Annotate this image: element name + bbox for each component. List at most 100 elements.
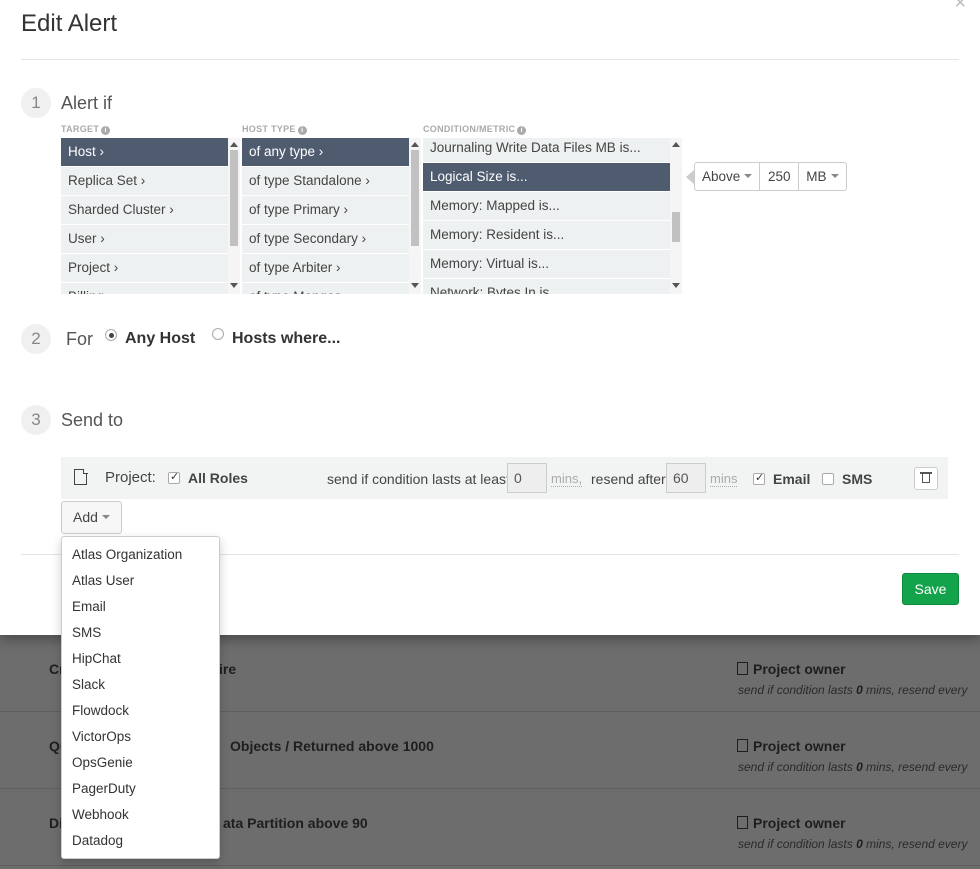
host-type-option[interactable]: of type Secondary › [242, 225, 409, 254]
step-label-for: For [66, 329, 93, 349]
host-type-option[interactable]: of type Arbiter › [242, 254, 409, 283]
scroll-up-arrow-icon[interactable] [672, 142, 680, 147]
hosts-where-radio[interactable] [212, 328, 224, 340]
close-icon[interactable]: × [954, 0, 966, 15]
target-option[interactable]: Host › [61, 138, 228, 167]
email-label[interactable]: Email [773, 471, 810, 487]
scroll-up-arrow-icon[interactable] [230, 142, 238, 147]
step-label-alert-if: Alert if [61, 93, 113, 113]
owner-label: Project owner [753, 661, 846, 677]
threshold-input[interactable]: 250 [760, 162, 799, 191]
condition-scrollbar[interactable] [670, 138, 682, 294]
host-type-scrollbar[interactable] [409, 138, 421, 294]
scroll-down-arrow-icon[interactable] [230, 283, 238, 288]
step-number: 1 [21, 88, 51, 118]
target-option[interactable]: Sharded Cluster › [61, 196, 228, 225]
any-host-label[interactable]: Any Host [125, 330, 195, 348]
operator-dropdown[interactable]: Above [694, 162, 761, 191]
menu-item-datadog[interactable]: Datadog [62, 828, 219, 854]
resend-minutes-input[interactable]: 60 [666, 463, 706, 493]
owner-label: Project owner [753, 738, 846, 754]
alert-row-title-end: ata Partition above 90 [223, 815, 368, 831]
menu-item-webhook[interactable]: Webhook [62, 802, 219, 828]
add-recipient-menu: Atlas Organization Atlas User Email SMS … [61, 536, 220, 859]
menu-item-victorops[interactable]: VictorOps [62, 724, 219, 750]
condition-column-header: CONDITION/METRIC i [423, 124, 527, 135]
alert-row-owner: Project owner [737, 815, 846, 831]
add-recipient-button[interactable]: Add [61, 501, 122, 534]
delete-button[interactable] [914, 467, 938, 490]
trash-icon [922, 474, 930, 483]
host-type-column-header: HOST TYPE i [242, 124, 307, 135]
host-type-option[interactable]: of type Mongos › [242, 283, 409, 294]
save-button[interactable]: Save [902, 573, 959, 605]
menu-item-flowdock[interactable]: Flowdock [62, 698, 219, 724]
menu-item-slack[interactable]: Slack [62, 672, 219, 698]
host-type-list[interactable]: of any type › of type Standalone › of ty… [242, 138, 409, 294]
step-number: 3 [21, 405, 51, 435]
target-list[interactable]: Host › Replica Set › Sharded Cluster › U… [61, 138, 228, 294]
modal-title: Edit Alert [21, 10, 118, 37]
info-icon: i [517, 126, 527, 135]
target-scrollbar[interactable] [228, 138, 240, 294]
menu-item-atlas-organization[interactable]: Atlas Organization [62, 542, 219, 568]
scroll-down-arrow-icon[interactable] [411, 283, 419, 288]
document-icon [737, 662, 748, 675]
menu-item-opsgenie[interactable]: OpsGenie [62, 750, 219, 776]
scroll-down-arrow-icon[interactable] [672, 283, 680, 288]
scroll-thumb[interactable] [411, 150, 419, 246]
document-icon [737, 739, 748, 752]
any-host-radio[interactable] [105, 329, 117, 341]
delay-minutes-input[interactable]: 0 [507, 463, 547, 493]
mins-unit-label: mins, [551, 471, 583, 487]
caret-down-icon [830, 174, 839, 178]
menu-item-atlas-user[interactable]: Atlas User [62, 568, 219, 594]
condition-option[interactable]: Journaling Write Data Files MB is... [423, 138, 670, 163]
unit-value: MB [806, 169, 827, 184]
host-type-option[interactable]: of type Standalone › [242, 167, 409, 196]
condition-option[interactable]: Network: Bytes In is... [423, 279, 670, 294]
alert-row-owner: Project owner [737, 738, 846, 754]
unit-dropdown[interactable]: MB [798, 162, 847, 191]
hosts-where-label[interactable]: Hosts where... [232, 330, 340, 348]
caret-down-icon [744, 174, 753, 178]
condition-option[interactable]: Memory: Mapped is... [423, 192, 670, 221]
recipient-label: Project: [105, 469, 156, 486]
document-icon [737, 816, 748, 829]
step-number: 2 [21, 324, 51, 354]
menu-item-pagerduty[interactable]: PagerDuty [62, 776, 219, 802]
caret-down-icon [101, 515, 110, 519]
operator-value: Above [702, 169, 741, 184]
host-type-option[interactable]: of type Primary › [242, 196, 409, 225]
all-roles-label[interactable]: All Roles [188, 470, 248, 486]
info-icon: i [101, 126, 111, 135]
menu-item-email[interactable]: Email [62, 594, 219, 620]
alert-row-title-end: ire [219, 661, 237, 677]
scroll-up-arrow-icon[interactable] [411, 142, 419, 147]
email-checkbox[interactable] [753, 471, 765, 485]
info-icon: i [297, 126, 307, 135]
alert-row-resend: send if condition lasts 0 mins, resend e… [738, 760, 968, 774]
target-option[interactable]: Project › [61, 254, 228, 283]
condition-option[interactable]: Memory: Resident is... [423, 221, 670, 250]
step-label-send-to: Send to [61, 410, 124, 430]
scroll-thumb[interactable] [230, 150, 238, 246]
condition-list[interactable]: Journaling Write Data Files MB is... Log… [423, 138, 670, 294]
target-option[interactable]: User › [61, 225, 228, 254]
menu-item-hipchat[interactable]: HipChat [62, 646, 219, 672]
alert-row-resend: send if condition lasts 0 mins, resend e… [738, 683, 968, 697]
sms-label[interactable]: SMS [842, 471, 872, 487]
menu-item-sms[interactable]: SMS [62, 620, 219, 646]
send-if-label: send if condition lasts at least [327, 471, 510, 487]
condition-option[interactable]: Logical Size is... [423, 163, 670, 192]
condition-option[interactable]: Memory: Virtual is... [423, 250, 670, 279]
scroll-thumb[interactable] [672, 212, 680, 242]
all-roles-checkbox[interactable] [168, 470, 180, 484]
sms-checkbox[interactable] [822, 473, 834, 485]
notification-row: Project: All Roles send if condition las… [61, 457, 948, 499]
host-type-option[interactable]: of any type › [242, 138, 409, 167]
target-option[interactable]: Replica Set › [61, 167, 228, 196]
alert-row-title-end: Objects / Returned above 1000 [230, 738, 434, 754]
target-option[interactable]: Billing › [61, 283, 228, 294]
divider [21, 59, 959, 60]
